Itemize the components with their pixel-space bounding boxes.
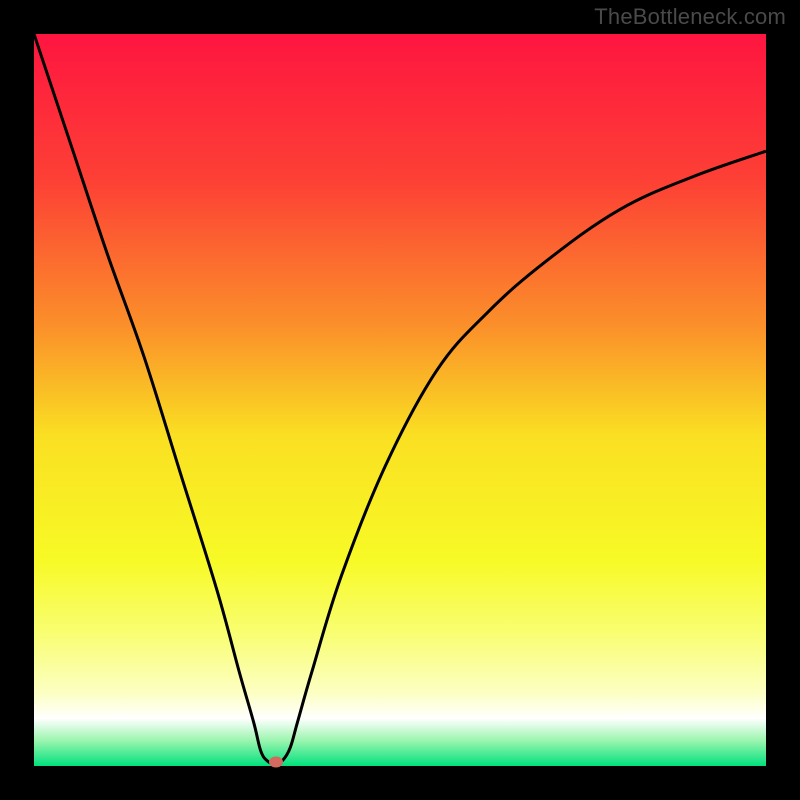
bottleneck-chart-svg xyxy=(34,34,766,766)
watermark-text: TheBottleneck.com xyxy=(594,4,786,30)
plot-background xyxy=(34,34,766,766)
chart-frame: TheBottleneck.com xyxy=(0,0,800,800)
plot-area xyxy=(34,34,766,766)
optimal-point-marker xyxy=(269,757,283,768)
